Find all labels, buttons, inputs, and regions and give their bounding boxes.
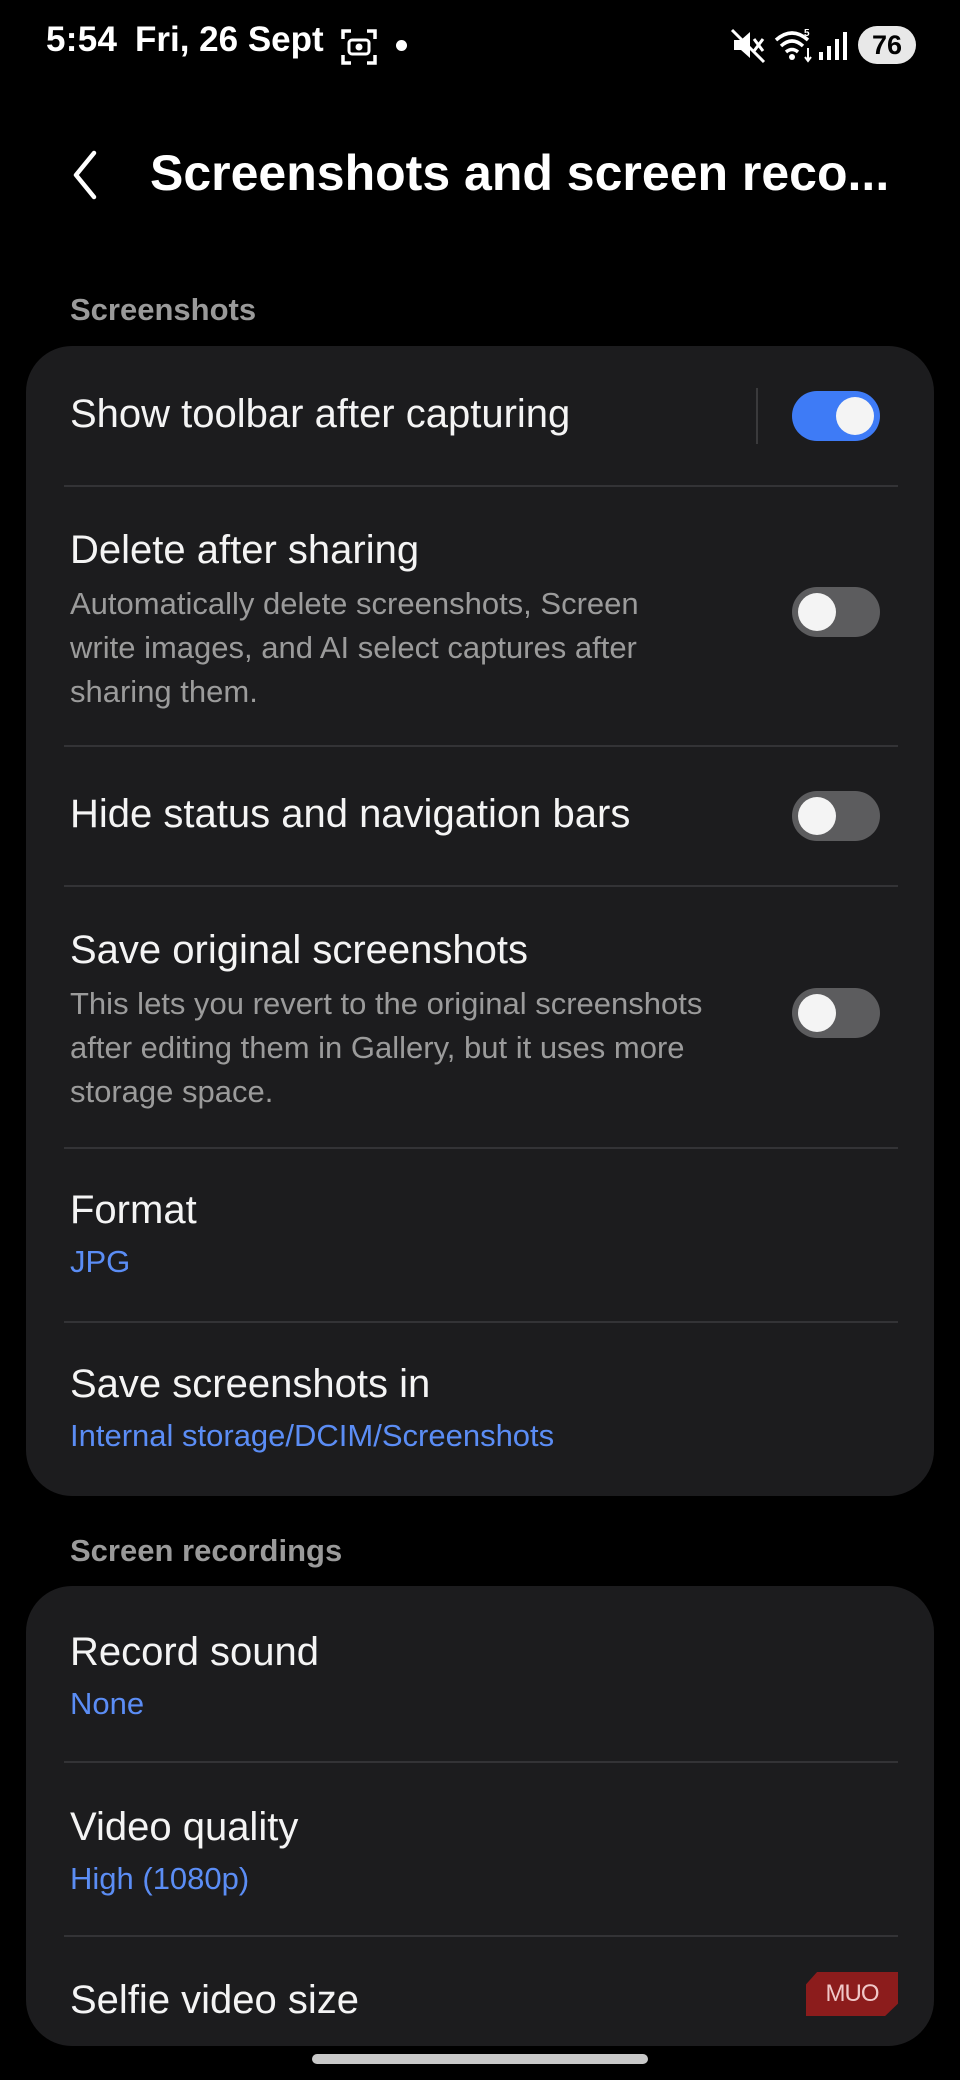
setting-record-sound[interactable]: Record sound None xyxy=(26,1586,934,1762)
desc-line: write images, and AI select captures aft… xyxy=(70,630,637,665)
status-date: Fri, 26 Sept xyxy=(135,20,324,59)
setting-save-original[interactable]: Save original screenshots This lets you … xyxy=(26,886,934,1148)
setting-title: Selfie video size xyxy=(70,1978,360,2022)
setting-title: Delete after sharing xyxy=(70,528,420,572)
desc-line: sharing them. xyxy=(70,674,258,709)
setting-title: Show toolbar after capturing xyxy=(70,392,571,436)
toggle-show-toolbar[interactable] xyxy=(792,391,880,441)
desc-line: This lets you revert to the original scr… xyxy=(70,986,703,1021)
setting-hide-status-bars[interactable]: Hide status and navigation bars xyxy=(26,746,934,886)
setting-title: Hide status and navigation bars xyxy=(70,792,631,836)
svg-text:5: 5 xyxy=(804,28,810,39)
setting-value: Internal storage/DCIM/Screenshots xyxy=(70,1418,555,1453)
signal-icon xyxy=(818,30,848,62)
toggle-knob xyxy=(798,593,836,631)
setting-value: None xyxy=(70,1686,145,1721)
desc-line: storage space. xyxy=(70,1074,274,1109)
desc-line: after editing them in Gallery, but it us… xyxy=(70,1030,685,1065)
setting-save-location[interactable]: Save screenshots in Internal storage/DCI… xyxy=(26,1322,934,1496)
back-button[interactable] xyxy=(60,145,116,205)
setting-title: Video quality xyxy=(70,1805,299,1849)
watermark-logo: MUO xyxy=(806,1972,898,2016)
divider-vertical xyxy=(756,388,758,444)
setting-description: This lets you revert to the original scr… xyxy=(70,982,770,1114)
mute-icon xyxy=(730,26,766,64)
setting-selfie-video-size[interactable]: Selfie video size xyxy=(26,1936,934,2046)
home-indicator[interactable] xyxy=(312,2054,648,2064)
toggle-knob xyxy=(798,994,836,1032)
setting-format[interactable]: Format JPG xyxy=(26,1148,934,1322)
setting-value: JPG xyxy=(70,1244,131,1279)
setting-video-quality[interactable]: Video quality High (1080p) xyxy=(26,1762,934,1936)
toggle-knob xyxy=(836,397,874,435)
toggle-hide-status-bars[interactable] xyxy=(792,791,880,841)
recordings-card: Record sound None Video quality High (10… xyxy=(26,1586,934,2046)
setting-title: Save original screenshots xyxy=(70,928,529,972)
setting-title: Format xyxy=(70,1188,197,1232)
wifi-icon: 5 xyxy=(774,26,814,64)
notification-dot-icon xyxy=(396,40,407,51)
screenshot-icon xyxy=(340,28,378,66)
setting-title: Save screenshots in xyxy=(70,1362,431,1406)
toggle-knob xyxy=(798,797,836,835)
status-time: 5:54 xyxy=(46,20,118,59)
page-title: Screenshots and screen reco... xyxy=(150,145,890,201)
desc-line: Automatically delete screenshots, Screen xyxy=(70,586,639,621)
section-header-screenshots: Screenshots xyxy=(70,292,257,327)
screenshots-card: Show toolbar after capturing Delete afte… xyxy=(26,346,934,1496)
setting-description: Automatically delete screenshots, Screen… xyxy=(70,582,770,714)
setting-value: High (1080p) xyxy=(70,1861,250,1896)
setting-delete-after-sharing[interactable]: Delete after sharing Automatically delet… xyxy=(26,486,934,746)
status-bar: 5:54 Fri, 26 Sept 5 76 xyxy=(0,0,960,90)
toggle-save-original[interactable] xyxy=(792,988,880,1038)
setting-title: Record sound xyxy=(70,1630,320,1674)
setting-show-toolbar[interactable]: Show toolbar after capturing xyxy=(26,346,934,486)
section-header-screen-recordings: Screen recordings xyxy=(70,1533,343,1568)
toggle-delete-after-sharing[interactable] xyxy=(792,587,880,637)
battery-indicator: 76 xyxy=(858,26,916,64)
